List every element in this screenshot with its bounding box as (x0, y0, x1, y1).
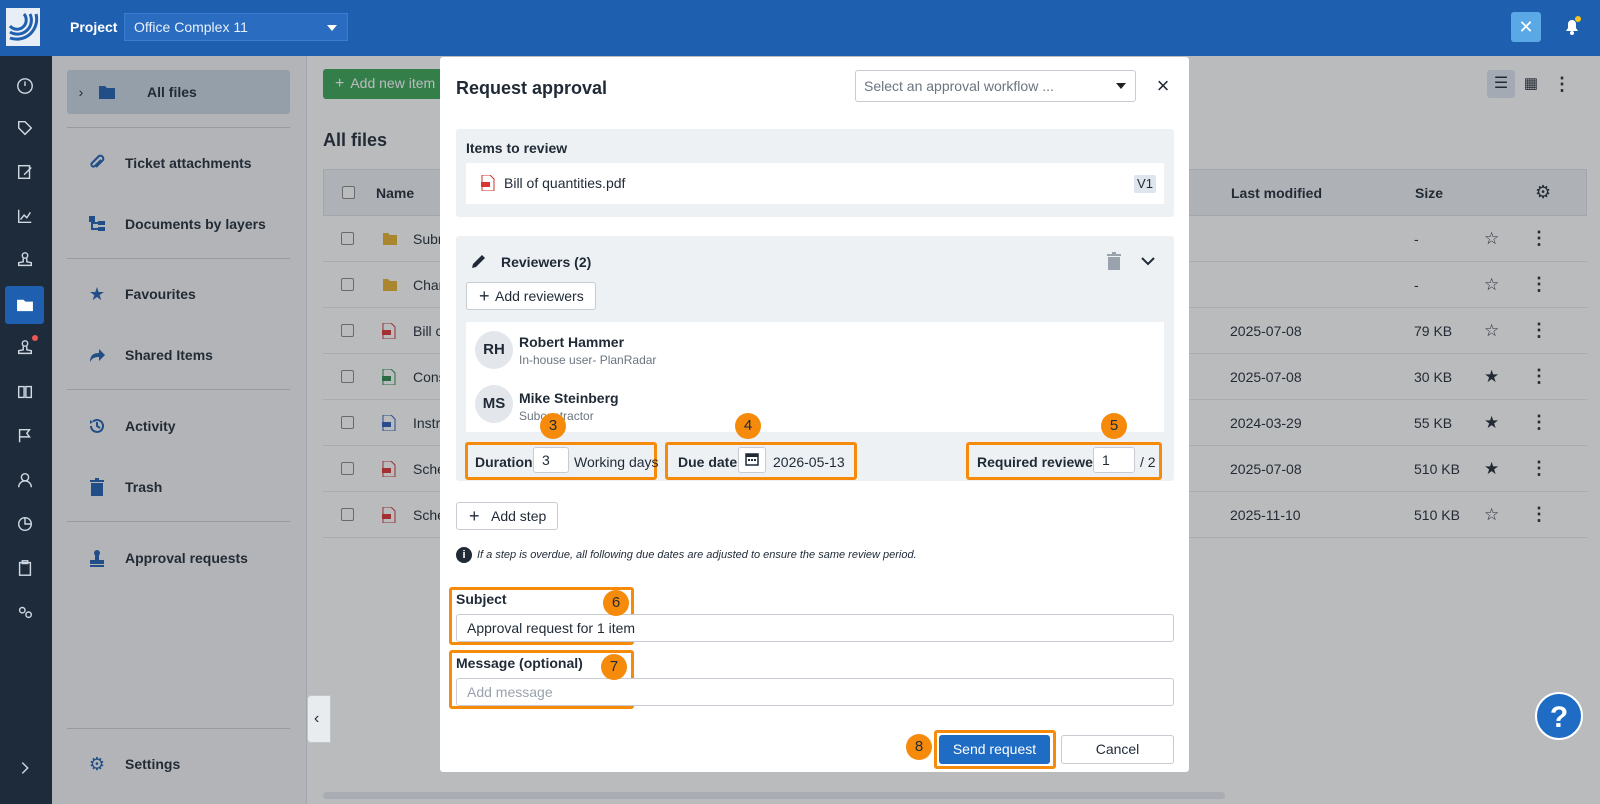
top-bar: Project Office Complex 11 ✕ (0, 0, 1600, 56)
files-icon[interactable] (5, 286, 44, 324)
avatar: RH (475, 331, 513, 369)
caret-down-icon (327, 25, 337, 31)
info-text: If a step is overdue, all following due … (477, 549, 917, 561)
message-input[interactable]: Add message (456, 678, 1174, 706)
help-button[interactable]: ? (1535, 692, 1583, 740)
stamp-icon[interactable] (12, 247, 38, 273)
chevron-down-icon[interactable] (1140, 254, 1156, 268)
workflow-select[interactable]: Select an approval workflow ... (855, 70, 1136, 102)
reviewer-name: Robert Hammer (519, 334, 625, 350)
add-reviewers-button[interactable]: + Add reviewers (466, 282, 596, 310)
step-badge: 7 (601, 654, 627, 680)
bell-icon[interactable] (1560, 14, 1584, 38)
subject-label: Subject (456, 591, 507, 607)
step-badge: 5 (1101, 413, 1127, 439)
reviewer-list: RH Robert Hammer In-house user- PlanRada… (466, 322, 1164, 432)
apps-icon[interactable]: ✕ (1511, 12, 1541, 42)
project-select[interactable]: Office Complex 11 (124, 13, 348, 41)
request-approval-dialog: Request approval Select an approval work… (440, 57, 1189, 772)
pie-chart-icon[interactable] (12, 511, 38, 537)
horizontal-scrollbar[interactable] (323, 792, 1225, 799)
items-to-review-title: Items to review (466, 140, 568, 156)
edit-doc-icon[interactable] (12, 159, 38, 185)
reviewer-role: In-house user- PlanRadar (519, 353, 657, 367)
caret-down-icon (1116, 83, 1126, 89)
notification-dot (32, 335, 38, 341)
review-item-name: Bill of quantities.pdf (504, 175, 626, 191)
items-to-review-panel: Items to review Bill of quantities.pdf V… (456, 129, 1174, 217)
required-reviewers-label: Required reviewers (977, 454, 1107, 470)
dialog-title: Request approval (456, 78, 608, 98)
planradar-logo-icon[interactable] (6, 8, 40, 46)
message-label: Message (optional) (456, 655, 583, 671)
project-label: Project (70, 19, 118, 35)
add-reviewers-label: Add reviewers (495, 288, 584, 304)
required-reviewers-total: / 2 (1140, 454, 1156, 470)
user-icon[interactable] (12, 467, 38, 493)
due-date-label: Due date (678, 454, 738, 470)
step-badge: 3 (540, 413, 566, 439)
left-rail (0, 56, 52, 804)
send-request-button[interactable]: Send request (939, 735, 1050, 764)
expand-rail-icon[interactable] (12, 755, 38, 781)
pencil-icon[interactable] (470, 252, 488, 270)
app-root: Project Office Complex 11 ✕ › All files … (0, 0, 1600, 804)
review-item-row: Bill of quantities.pdf V1 (466, 163, 1164, 204)
book-icon[interactable] (12, 379, 38, 405)
due-date-value[interactable]: 2026-05-13 (773, 454, 845, 470)
workflow-select-placeholder: Select an approval workflow ... (864, 78, 1054, 94)
project-select-value: Office Complex 11 (134, 19, 248, 35)
reviewers-step-panel: Reviewers (2) + Add reviewers RH Robert … (456, 236, 1174, 481)
avatar: MS (475, 385, 513, 423)
plus-icon: + (469, 506, 480, 526)
chevron-left-icon: ‹ (314, 710, 320, 727)
plus-icon: + (479, 286, 490, 306)
flag-icon[interactable] (12, 423, 38, 449)
calendar-icon[interactable] (738, 447, 766, 473)
settings-gears-icon[interactable] (12, 599, 38, 625)
info-icon: i (456, 547, 472, 563)
tag-icon[interactable] (12, 115, 38, 141)
step-badge: 6 (603, 590, 629, 616)
clipboard-icon[interactable] (12, 555, 38, 581)
duration-label: Duration (475, 454, 533, 470)
collapse-sidebar-button[interactable]: ‹ (307, 695, 331, 743)
required-reviewers-input[interactable]: 1 (1093, 447, 1135, 473)
dashboard-icon[interactable] (12, 73, 38, 99)
reviewers-title: Reviewers (2) (501, 254, 592, 270)
trash-icon[interactable] (1106, 252, 1122, 270)
cancel-button[interactable]: Cancel (1061, 735, 1174, 764)
version-badge: V1 (1134, 175, 1156, 193)
close-icon[interactable]: × (1152, 75, 1174, 97)
duration-unit: Working days (574, 454, 659, 470)
add-step-button[interactable]: + Add step (456, 502, 558, 530)
add-step-label: Add step (491, 508, 547, 524)
subject-input[interactable]: Approval request for 1 item (456, 614, 1174, 642)
pdf-file-icon (481, 175, 495, 191)
step-badge: 4 (735, 413, 761, 439)
step-badge: 8 (906, 734, 932, 760)
duration-input[interactable]: 3 (533, 447, 569, 473)
chart-icon[interactable] (12, 203, 38, 229)
reviewer-name: Mike Steinberg (519, 390, 619, 406)
